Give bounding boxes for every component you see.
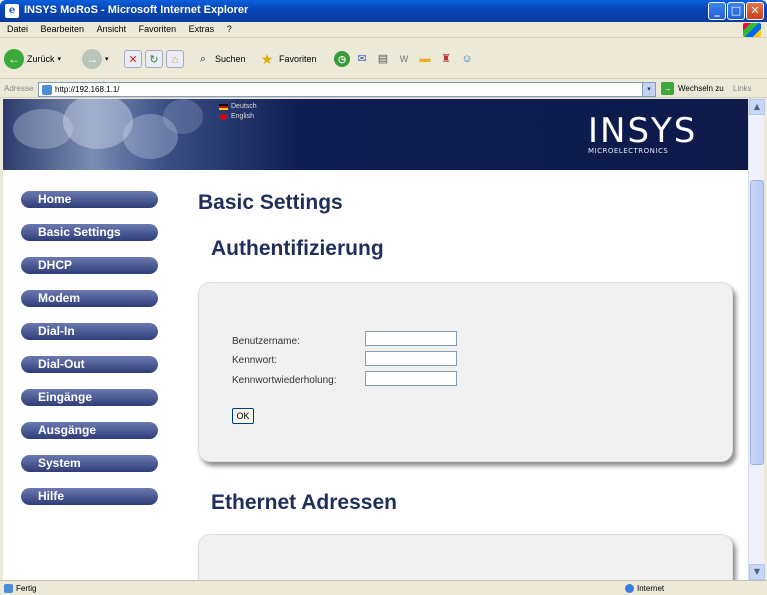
status-text: Fertig [16, 584, 37, 593]
star-icon: ★ [260, 51, 274, 67]
insys-logo: INSYS MICROELECTRONICS [588, 111, 698, 155]
windows-logo-icon [743, 23, 761, 37]
nav-ausgaenge[interactable]: Ausgänge [21, 422, 158, 439]
refresh-icon[interactable]: ↻ [145, 50, 163, 68]
edit-icon[interactable]: W [395, 50, 413, 68]
nav-home[interactable]: Home [21, 191, 158, 208]
stop-icon[interactable]: ✕ [124, 50, 142, 68]
menu-help[interactable]: ? [224, 22, 235, 36]
section-title-auth: Authentifizierung [211, 237, 384, 260]
search-button[interactable]: ⌕ Suchen [194, 47, 246, 71]
search-label: Suchen [215, 54, 246, 64]
username-input[interactable] [365, 331, 457, 346]
password-repeat-label: Kennwortwiederholung: [232, 375, 337, 386]
scroll-up-icon[interactable]: ▲ [749, 99, 765, 115]
favorites-button[interactable]: ★ Favoriten [258, 47, 317, 71]
nav-system[interactable]: System [21, 455, 158, 472]
zone-text: Internet [637, 584, 665, 593]
search-icon: ⌕ [199, 53, 207, 65]
password-label: Kennwort: [232, 355, 278, 366]
menu-favorites[interactable]: Favoriten [136, 22, 180, 36]
forward-dropdown-icon[interactable]: ▾ [105, 55, 109, 63]
german-flag-icon [219, 103, 228, 110]
address-url: http://192.168.1.1/ [55, 85, 120, 94]
uk-flag-icon [219, 113, 228, 120]
nav-dial-out[interactable]: Dial-Out [21, 356, 158, 373]
menu-bar: Datei Bearbeiten Ansicht Favoriten Extra… [0, 22, 767, 38]
go-button[interactable]: Wechseln zu [678, 84, 724, 93]
status-bar: Fertig Internet [0, 580, 767, 595]
links-button[interactable]: Links [733, 84, 752, 93]
scroll-thumb[interactable] [750, 180, 764, 465]
menu-edit[interactable]: Bearbeiten [38, 22, 88, 36]
page-icon [42, 85, 52, 95]
lang-deutsch[interactable]: Deutsch [219, 103, 257, 110]
page-title: Basic Settings [198, 191, 343, 214]
window-titlebar: e INSYS MoRoS - Microsoft Internet Explo… [0, 0, 767, 22]
forward-arrow-icon: → [82, 49, 102, 69]
password-input[interactable] [365, 351, 457, 366]
ie-icon: e [5, 4, 19, 18]
scroll-down-icon[interactable]: ▼ [749, 564, 765, 580]
page-done-icon [4, 584, 13, 593]
page-viewport: Deutsch English INSYS MICROELECTRONICS H… [3, 99, 748, 580]
address-dropdown-icon[interactable]: ▾ [642, 82, 656, 97]
maximize-button[interactable]: □ [727, 2, 745, 20]
vertical-scrollbar[interactable]: ▲ ▼ [748, 99, 765, 580]
lang-english[interactable]: English [219, 113, 254, 120]
menu-file[interactable]: Datei [4, 22, 31, 36]
header-banner: Deutsch English INSYS MICROELECTRONICS [3, 99, 748, 170]
window-title: INSYS MoRoS - Microsoft Internet Explore… [24, 4, 249, 16]
back-dropdown-icon[interactable]: ▾ [58, 55, 62, 63]
back-button[interactable]: ← Zurück ▾ [4, 47, 61, 71]
print-icon[interactable]: ▤ [374, 50, 392, 68]
username-label: Benutzername: [232, 336, 300, 347]
messenger-icon[interactable]: ☺ [458, 50, 476, 68]
toolbar: ← Zurück ▾ → ▾ ✕ ↻ ⌂ ⌕ Suchen ★ Favorite… [0, 39, 767, 79]
close-button[interactable]: ✕ [746, 2, 764, 20]
nav-hilfe[interactable]: Hilfe [21, 488, 158, 505]
nav-eingaenge[interactable]: Eingänge [21, 389, 158, 406]
password-repeat-input[interactable] [365, 371, 457, 386]
favorites-label: Favoriten [279, 54, 317, 64]
ethernet-panel [198, 534, 733, 580]
back-label: Zurück [27, 54, 55, 64]
folder-icon[interactable]: ▬ [416, 50, 434, 68]
home-icon[interactable]: ⌂ [166, 50, 184, 68]
auth-panel: Benutzername: Kennwort: Kennwortwiederho… [198, 282, 733, 462]
menu-tools[interactable]: Extras [186, 22, 218, 36]
back-arrow-icon: ← [4, 49, 24, 69]
research-icon[interactable]: ♜ [437, 50, 455, 68]
ok-button[interactable]: OK [232, 408, 254, 424]
address-label: Adresse [4, 84, 34, 93]
section-title-ethernet: Ethernet Adressen [211, 491, 397, 514]
nav-modem[interactable]: Modem [21, 290, 158, 307]
address-input[interactable]: http://192.168.1.1/ ▾ [38, 82, 656, 97]
address-bar: Adresse http://192.168.1.1/ ▾ → Wechseln… [0, 80, 767, 98]
nav-dial-in[interactable]: Dial-In [21, 323, 158, 340]
nav-dhcp[interactable]: DHCP [21, 257, 158, 274]
nav-basic-settings[interactable]: Basic Settings [21, 224, 158, 241]
forward-button[interactable]: → ▾ [82, 47, 109, 71]
go-arrow-icon[interactable]: → [661, 82, 674, 95]
mail-icon[interactable]: ✉ [353, 50, 371, 68]
minimize-button[interactable]: _ [708, 2, 726, 20]
internet-zone-icon [625, 584, 634, 593]
history-icon[interactable]: ◷ [334, 51, 350, 67]
menu-view[interactable]: Ansicht [94, 22, 130, 36]
